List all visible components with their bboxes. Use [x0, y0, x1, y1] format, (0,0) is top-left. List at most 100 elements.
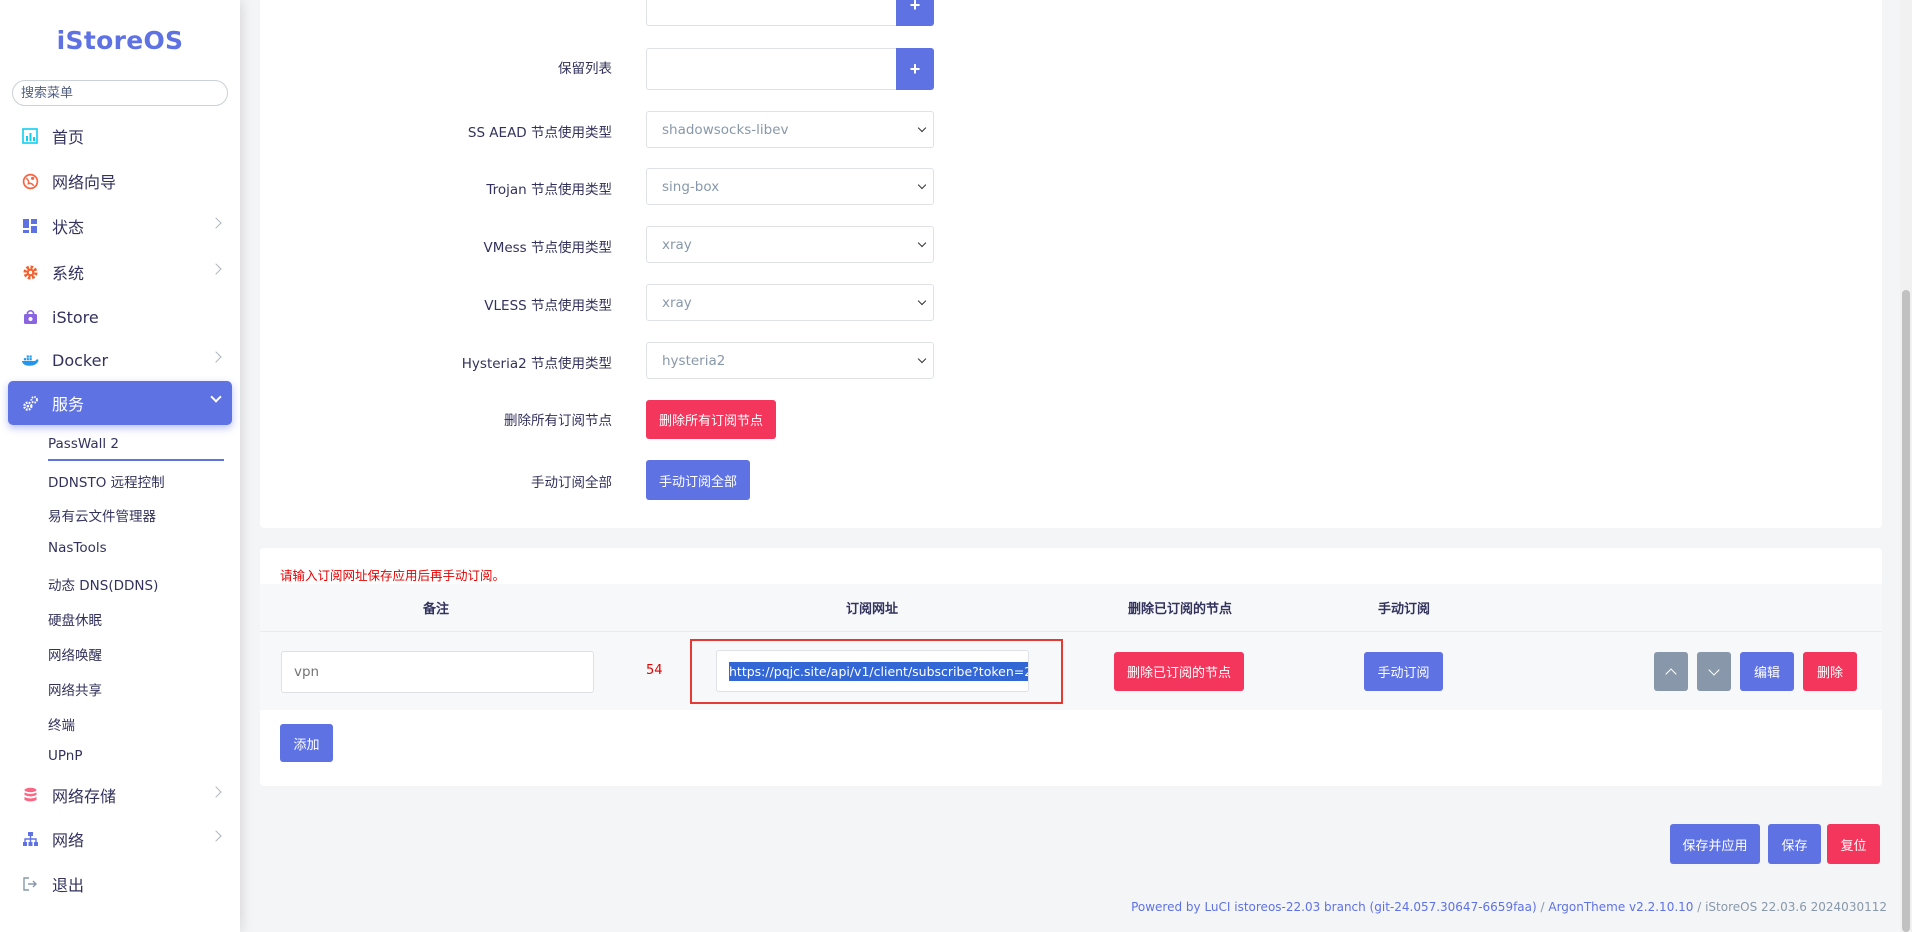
network-icon	[21, 830, 39, 848]
reset-button[interactable]: 复位	[1827, 824, 1880, 864]
sidebar-item-label: 退出	[52, 876, 85, 895]
vmess-type-select[interactable]: xray	[646, 226, 934, 263]
sidebar-item-label: Docker	[52, 350, 109, 370]
delete-all-label: 删除所有订阅节点	[504, 413, 612, 429]
retain-list-input[interactable]	[646, 48, 896, 90]
ss-type-value: shadowsocks-libev	[662, 121, 789, 138]
delete-all-nodes-button[interactable]: 删除所有订阅节点	[646, 400, 776, 439]
delete-row-button[interactable]: 删除	[1803, 652, 1857, 691]
col-header-delete-nodes: 删除已订阅的节点	[1128, 602, 1233, 617]
logout-icon	[21, 875, 39, 893]
list-input-top[interactable]	[646, 0, 896, 26]
hysteria2-type-value: hysteria2	[662, 352, 726, 369]
sidebar-item-network[interactable]: 网络	[8, 817, 232, 861]
retain-list-add-button[interactable]: +	[896, 48, 934, 90]
grid-icon	[21, 217, 39, 235]
col-header-manual: 手动订阅	[1378, 602, 1431, 617]
sidebar-item-logout[interactable]: 退出	[8, 862, 232, 906]
submenu-item-ddns[interactable]: 动态 DNS(DDNS)	[48, 574, 158, 594]
footer-version: / iStoreOS 22.03.6 2024030112	[1693, 900, 1887, 914]
chevron-right-icon	[210, 263, 222, 275]
table-header	[260, 584, 1882, 632]
hysteria2-type-select[interactable]: hysteria2	[646, 342, 934, 379]
move-up-button[interactable]	[1654, 652, 1688, 691]
col-header-url: 订阅网址	[846, 602, 899, 617]
submenu-item-ddnsto[interactable]: DDNSTO 远程控制	[48, 471, 165, 491]
sidebar-item-docker[interactable]: Docker	[8, 338, 232, 382]
edit-button[interactable]: 编辑	[1740, 652, 1794, 691]
sidebar-item-network-wizard[interactable]: 网络向导	[8, 159, 232, 203]
remark-input[interactable]	[281, 651, 594, 693]
add-entry-button-top[interactable]: +	[896, 0, 934, 26]
manual-subscribe-all-button[interactable]: 手动订阅全部	[646, 460, 750, 500]
search-menu-input[interactable]	[12, 80, 228, 106]
sidebar-item-label: 网络存储	[52, 787, 117, 806]
subscription-url-input[interactable]: https://pqjc.site/api/v1/client/subscrib…	[716, 650, 1029, 692]
save-button[interactable]: 保存	[1768, 824, 1821, 864]
col-header-remark: 备注	[423, 602, 450, 617]
sidebar-item-label: 系统	[52, 264, 85, 283]
sidebar-item-label: 状态	[52, 218, 85, 237]
chevron-down-icon	[917, 238, 927, 248]
submenu-item-wol[interactable]: 网络唤醒	[48, 644, 102, 664]
chevron-right-icon	[210, 217, 222, 229]
submenu-item-upnp[interactable]: UPnP	[48, 748, 82, 764]
sidebar-item-nas[interactable]: 网络存储	[8, 773, 232, 817]
sidebar-item-services[interactable]: 服务	[8, 381, 232, 425]
active-submenu-underline	[48, 459, 224, 461]
sidebar-item-label: 网络向导	[52, 173, 117, 192]
services-icon	[21, 394, 39, 412]
sidebar-item-label: iStore	[52, 307, 99, 327]
sidebar-item-status[interactable]: 状态	[8, 204, 232, 248]
vmess-type-value: xray	[662, 236, 692, 253]
sidebar-item-label: 首页	[52, 128, 85, 147]
trojan-type-label: Trojan 节点使用类型	[486, 182, 612, 198]
submenu-item-hd-idle[interactable]: 硬盘休眠	[48, 609, 102, 629]
sidebar: iStoreOS 首页 网络向导 状态 系统 iStore	[0, 0, 240, 932]
store-bag-icon	[21, 308, 39, 326]
sidebar-item-label: 网络	[52, 831, 85, 850]
selected-url-text: https://pqjc.site/api/v1/client/subscrib…	[729, 661, 1028, 681]
theme-link[interactable]: ArgonTheme v2.2.10.10	[1548, 900, 1693, 914]
vless-type-label: VLESS 节点使用类型	[484, 298, 612, 314]
chevron-down-icon	[210, 391, 222, 403]
chevron-right-icon	[210, 830, 222, 842]
footer-separator: /	[1536, 900, 1549, 914]
add-subscription-button[interactable]: 添加	[280, 724, 333, 762]
sidebar-item-istore[interactable]: iStore	[8, 295, 232, 339]
submenu-item-terminal[interactable]: 终端	[48, 714, 75, 734]
manual-subscribe-button[interactable]: 手动订阅	[1364, 652, 1443, 691]
chevron-down-icon	[917, 123, 927, 133]
node-count: 54	[646, 663, 663, 678]
luci-link[interactable]: Powered by LuCI istoreos-22.03 branch (g…	[1131, 900, 1537, 914]
docker-icon	[21, 351, 39, 369]
sidebar-item-home[interactable]: 首页	[8, 114, 232, 158]
brand-logo[interactable]: iStoreOS	[0, 26, 240, 55]
submenu-item-samba[interactable]: 网络共享	[48, 679, 102, 699]
retain-list-label: 保留列表	[558, 61, 612, 77]
delete-subscribed-nodes-button[interactable]: 删除已订阅的节点	[1114, 652, 1244, 691]
sidebar-item-label: 服务	[52, 395, 85, 414]
save-apply-button[interactable]: 保存并应用	[1670, 824, 1760, 864]
ss-type-select[interactable]: shadowsocks-libev	[646, 111, 934, 148]
globe-icon	[21, 172, 39, 190]
sidebar-item-system[interactable]: 系统	[8, 250, 232, 294]
hysteria2-type-label: Hysteria2 节点使用类型	[461, 356, 612, 372]
gear-icon	[21, 263, 39, 281]
manual-all-label: 手动订阅全部	[531, 475, 612, 491]
chevron-right-icon	[210, 351, 222, 363]
scrollbar-thumb[interactable]	[1902, 290, 1910, 932]
trojan-type-select[interactable]: sing-box	[646, 168, 934, 205]
footer: Powered by LuCI istoreos-22.03 branch (g…	[1131, 900, 1887, 914]
submenu-item-linkease[interactable]: 易有云文件管理器	[48, 505, 156, 525]
submenu-item-passwall2[interactable]: PassWall 2	[48, 436, 119, 452]
database-icon	[21, 786, 39, 804]
chevron-down-icon	[1708, 663, 1720, 676]
chevron-down-icon	[917, 180, 927, 190]
vless-type-select[interactable]: xray	[646, 284, 934, 321]
submenu-item-nastools[interactable]: NasTools	[48, 540, 107, 556]
chevron-right-icon	[210, 786, 222, 798]
dashboard-icon	[21, 127, 39, 145]
move-down-button[interactable]	[1697, 652, 1731, 691]
chevron-up-icon	[1665, 667, 1677, 680]
